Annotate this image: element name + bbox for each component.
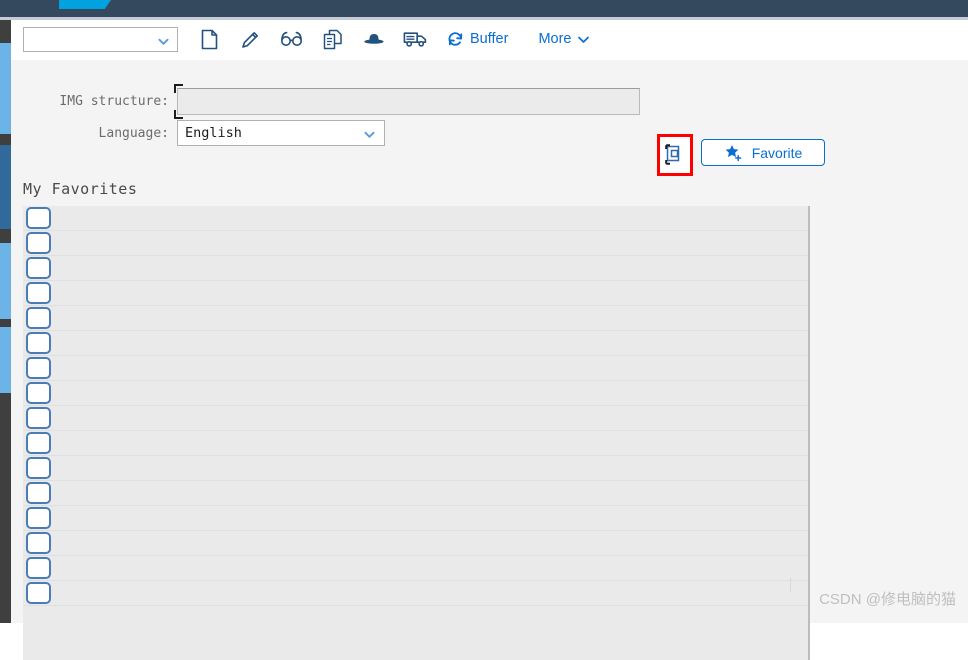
watermark: CSDN @修电脑的猫: [819, 591, 956, 608]
favorites-row[interactable]: [23, 531, 808, 556]
favorites-row-checkbox[interactable]: [26, 407, 51, 429]
favorites-row-cell: [51, 431, 808, 455]
favorites-row-cell: [51, 531, 808, 555]
refresh-icon: [447, 31, 464, 48]
favorites-row-checkbox[interactable]: [26, 432, 51, 454]
favorites-row[interactable]: [23, 506, 808, 531]
favorites-row-cell: [51, 506, 808, 530]
favorites-row-checkbox[interactable]: [26, 457, 51, 479]
favorites-table-divider: [808, 206, 810, 660]
toolbar-dropdown[interactable]: [23, 26, 178, 52]
favorites-row-cell: [51, 256, 808, 280]
rail-segment-4: [0, 327, 11, 393]
chevron-down-icon: [364, 128, 375, 139]
favorites-row-checkbox[interactable]: [26, 257, 51, 279]
language-value: English: [185, 125, 242, 141]
favorites-row[interactable]: [23, 556, 808, 581]
value-help-button-highlighted[interactable]: [657, 134, 693, 176]
favorites-row[interactable]: [23, 356, 808, 381]
favorites-row[interactable]: [23, 306, 808, 331]
favorites-row[interactable]: [23, 581, 808, 606]
favorites-row-checkbox[interactable]: [26, 507, 51, 529]
favorites-row-cell: [51, 581, 808, 605]
form-area: IMG structure: Language: English: [11, 64, 968, 146]
favorites-row[interactable]: [23, 406, 808, 431]
favorites-row[interactable]: [23, 281, 808, 306]
focus-corner-bottom-left: [174, 109, 183, 119]
favorites-row-checkbox[interactable]: [26, 332, 51, 354]
favorites-row-cell: [51, 456, 808, 480]
language-label: Language:: [98, 125, 169, 141]
new-document-icon[interactable]: [189, 24, 230, 54]
rail-segment-3: [0, 243, 11, 319]
left-rail: [0, 20, 11, 623]
favorites-row[interactable]: [23, 481, 808, 506]
favorite-button[interactable]: Favorite: [701, 139, 825, 166]
favorites-row-checkbox[interactable]: [26, 232, 51, 254]
favorites-row[interactable]: [23, 231, 808, 256]
favorites-row[interactable]: [23, 456, 808, 481]
header-tab-shape: [59, 0, 111, 9]
app-header: [0, 0, 968, 17]
favorites-row-cell: [51, 306, 808, 330]
favorites-row[interactable]: [23, 431, 808, 456]
favorites-table: [23, 206, 808, 660]
img-structure-label: IMG structure:: [59, 93, 169, 109]
edit-pencil-icon[interactable]: [230, 24, 271, 54]
my-favorites-title: My Favorites: [23, 180, 138, 198]
favorites-row[interactable]: [23, 381, 808, 406]
img-structure-input-wrapper: [174, 83, 640, 119]
favorites-row-cell: [51, 406, 808, 430]
transport-truck-icon[interactable]: [394, 24, 435, 54]
favorites-row-checkbox[interactable]: [26, 532, 51, 554]
rail-segment-2: [0, 145, 11, 229]
favorites-row-checkbox[interactable]: [26, 557, 51, 579]
favorites-row-checkbox[interactable]: [26, 282, 51, 304]
favorites-row-checkbox[interactable]: [26, 307, 51, 329]
more-button[interactable]: More: [532, 24, 596, 54]
favorites-row-cell: [51, 356, 808, 380]
value-help-icon: [664, 144, 686, 166]
hat-icon[interactable]: [353, 24, 394, 54]
focus-corner-top-left: [174, 83, 183, 93]
content-area: IMG structure: Language: English Favorit…: [11, 58, 968, 660]
content-top-spacer: [11, 58, 968, 60]
favorites-row-checkbox[interactable]: [26, 482, 51, 504]
favorite-label: Favorite: [751, 144, 803, 161]
favorites-row-cell: [51, 331, 808, 355]
favorites-row-cell: [51, 481, 808, 505]
favorites-row-cell: [51, 231, 808, 255]
favorites-row-checkbox[interactable]: [26, 357, 51, 379]
display-glasses-icon[interactable]: [271, 24, 312, 54]
favorites-row-cell: [51, 281, 808, 305]
rail-segment-1: [0, 43, 11, 134]
favorites-row[interactable]: [23, 256, 808, 281]
favorites-row-cell: [51, 556, 808, 580]
favorites-row[interactable]: [23, 206, 808, 231]
favorites-row-cell: [51, 206, 808, 230]
copy-document-icon[interactable]: [312, 24, 353, 54]
favorites-row-cell: [51, 381, 808, 405]
watermark-tick: [790, 578, 791, 592]
buffer-button[interactable]: Buffer: [441, 24, 514, 54]
chevron-down-icon: [158, 34, 169, 45]
favorites-row[interactable]: [23, 331, 808, 356]
img-structure-row: IMG structure:: [11, 83, 640, 119]
language-row: Language: English: [11, 120, 385, 146]
more-label: More: [538, 31, 572, 47]
star-add-icon: [724, 144, 743, 162]
favorites-row-checkbox[interactable]: [26, 382, 51, 404]
favorites-row-checkbox[interactable]: [26, 582, 51, 604]
favorites-row-checkbox[interactable]: [26, 207, 51, 229]
chevron-down-icon: [577, 33, 590, 46]
buffer-label: Buffer: [470, 31, 509, 47]
img-structure-input[interactable]: [177, 87, 640, 115]
language-dropdown[interactable]: English: [177, 120, 385, 146]
toolbar: Buffer More: [11, 20, 968, 58]
